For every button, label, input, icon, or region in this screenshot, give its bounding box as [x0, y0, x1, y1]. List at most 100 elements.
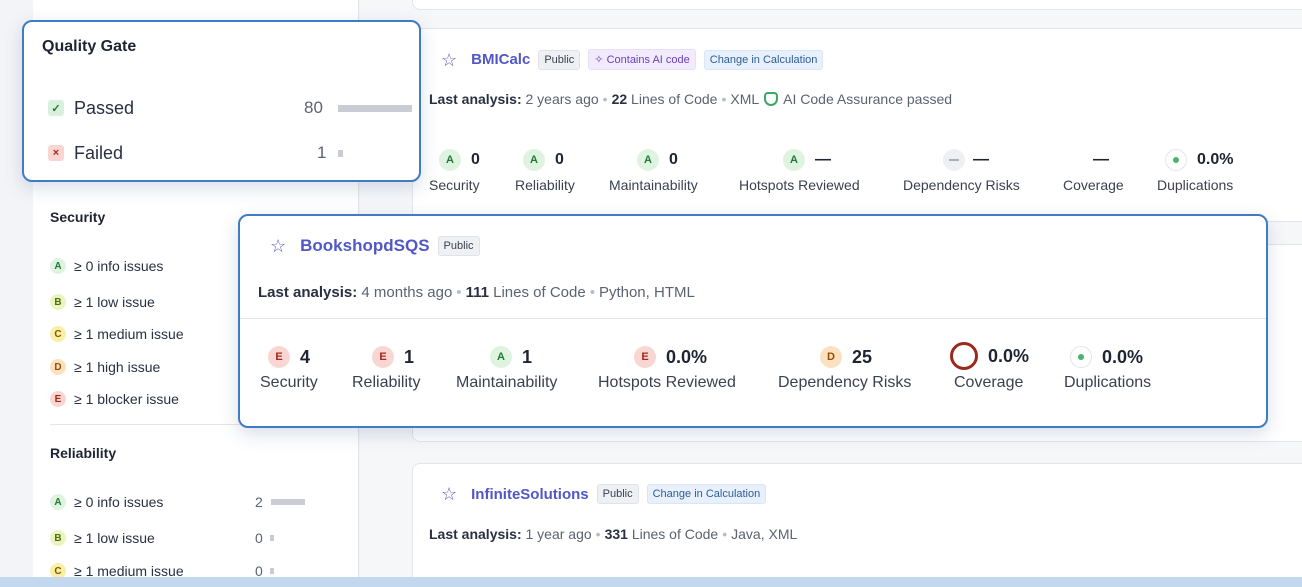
rating-d-icon: D [50, 359, 66, 375]
visibility-tag: Public [437, 236, 480, 256]
qg-label: Failed [74, 142, 124, 163]
metric-value: 0 [471, 151, 480, 168]
meta-loc: 111 [465, 284, 489, 301]
analysis-meta: Last analysis: 2 years ago • 22 Lines of C… [429, 91, 953, 107]
metric-label: Security [429, 177, 480, 193]
previous-card-edge [412, 0, 1302, 10]
project-name-link[interactable]: BookshopdSQS [300, 236, 429, 256]
meta-loc: 22 [611, 91, 628, 107]
metric-maintainability[interactable]: A 1 Maintainability [456, 346, 557, 392]
metric-label: Dependency Risks [778, 374, 912, 391]
metric-hotspots[interactable]: A — Hotspots Reviewed [739, 149, 860, 193]
meta-loc: 331 [604, 526, 628, 542]
rating-icon: A [490, 346, 512, 368]
reliability-filter-title: Reliability [50, 445, 117, 461]
project-name-link[interactable]: InfiniteSolutions [471, 486, 589, 503]
meta-loc-label: Lines of Code [631, 91, 718, 107]
rating-icon: A [637, 149, 659, 171]
metric-security[interactable]: E 4 Security [260, 346, 318, 392]
qg-count-bar [338, 105, 412, 112]
quality-gate-title: Quality Gate [42, 38, 137, 55]
ai-shield-icon [764, 92, 779, 106]
metric-value: 0.0% [988, 345, 1030, 366]
project-name-link[interactable]: BMICalc [471, 51, 530, 68]
rating-b-icon: B [50, 294, 66, 310]
meta-when: 2 years ago [525, 91, 599, 107]
change-calculation-tag: Change in Calculation [646, 484, 767, 504]
rating-b-icon: B [50, 530, 66, 546]
filter-label: ≥ 1 high issue [74, 359, 161, 375]
metric-value: 0.0% [666, 346, 708, 367]
metric-label: Duplications [1157, 177, 1234, 193]
meta-loc-label: Lines of Code [493, 284, 586, 301]
filter-label: ≥ 1 low issue [74, 530, 155, 546]
metric-value: 1 [522, 346, 533, 367]
security-filter-title: Security [50, 209, 106, 225]
visibility-tag: Public [596, 484, 639, 504]
visibility-tag: Public [538, 49, 581, 70]
meta-languages: Java, XML [731, 526, 798, 542]
metric-value: 0.0% [1197, 151, 1234, 168]
rating-icon: A [523, 149, 545, 171]
metric-dependency-risks[interactable]: — Dependency Risks [903, 149, 1020, 193]
favorite-star-icon[interactable]: ☆ [441, 485, 457, 503]
metric-coverage[interactable]: 0.0% Coverage [950, 342, 1029, 392]
metric-value: 0.0% [1102, 346, 1144, 367]
metric-duplications[interactable]: 0.0% Duplications [1064, 346, 1151, 392]
metric-value: — [973, 151, 989, 168]
metric-label: Coverage [954, 374, 1024, 391]
filter-count-bar [270, 535, 274, 541]
metric-label: Dependency Risks [903, 177, 1020, 193]
rating-icon: E [634, 346, 656, 368]
rating-icon: E [268, 346, 290, 368]
filter-count-bar [270, 568, 274, 574]
rating-icon: A [439, 149, 461, 171]
meta-when: 4 months ago [361, 284, 453, 301]
reliability-filter-b[interactable]: B ≥ 1 low issue 0 [50, 527, 340, 549]
duplication-indicator-icon [1070, 346, 1092, 368]
metric-hotspots[interactable]: E 0.0% Hotspots Reviewed [598, 346, 736, 392]
coverage-ring-icon [950, 342, 978, 370]
bottom-highlight-strip [0, 577, 1302, 587]
metric-maintainability[interactable]: A 0 Maintainability [609, 149, 698, 193]
meta-loc-label: Lines of Code [631, 526, 719, 542]
sparkle-icon: ✧ [594, 54, 607, 66]
metric-security[interactable]: A 0 Security [429, 149, 480, 193]
ai-code-tag: ✧ Contains AI code [588, 49, 696, 70]
meta-languages: XML [730, 91, 760, 107]
metric-reliability[interactable]: A 0 Reliability [515, 149, 575, 193]
meta-prefix: Last analysis: [258, 284, 358, 301]
project-card-infinitesolutions: ☆ InfiniteSolutions Public Change in Cal… [412, 463, 1302, 587]
rating-e-icon: E [50, 391, 66, 407]
close-icon: × [48, 145, 64, 161]
analysis-meta: Last analysis: 1 year ago • 331 Lines of C… [429, 526, 798, 542]
metric-value: 0 [555, 151, 564, 168]
ai-assurance-label: AI Code Assurance passed [783, 91, 953, 107]
quality-gate-failed[interactable]: × Failed 1 [48, 142, 394, 164]
metric-reliability[interactable]: E 1 Reliability [352, 346, 420, 392]
filter-label: ≥ 1 medium issue [74, 326, 184, 342]
qg-count-bar [338, 150, 343, 157]
metric-value: 4 [300, 346, 311, 367]
metric-duplications[interactable]: 0.0% Duplications [1157, 149, 1234, 193]
quality-gate-panel: Quality Gate ✓ Passed 80 × Failed 1 [22, 20, 421, 182]
qg-label: Passed [74, 97, 135, 118]
favorite-star-icon[interactable]: ☆ [441, 51, 457, 69]
metric-dependency-risks[interactable]: D 25 Dependency Risks [778, 346, 911, 392]
metric-coverage[interactable]: — Coverage [1063, 149, 1124, 193]
rating-c-icon: C [50, 326, 66, 342]
rating-a-icon: A [50, 494, 66, 510]
favorite-star-icon[interactable]: ☆ [270, 237, 286, 255]
metric-value: — [815, 151, 831, 168]
filter-count: 2 [255, 494, 263, 510]
metric-value: 1 [404, 346, 415, 367]
quality-gate-passed[interactable]: ✓ Passed 80 [48, 97, 412, 119]
filter-count: 0 [255, 530, 263, 546]
metric-label: Security [260, 374, 318, 391]
reliability-filter-a[interactable]: A ≥ 0 info issues 2 [50, 491, 340, 513]
metric-label: Duplications [1064, 374, 1152, 391]
meta-prefix: Last analysis: [429, 91, 522, 107]
project-card-bookshopdsqs: ☆ BookshopdSQS Public Last analysis: 4 m… [238, 214, 1268, 428]
metric-label: Hotspots Reviewed [739, 177, 860, 193]
filter-label: ≥ 1 low issue [74, 294, 155, 310]
